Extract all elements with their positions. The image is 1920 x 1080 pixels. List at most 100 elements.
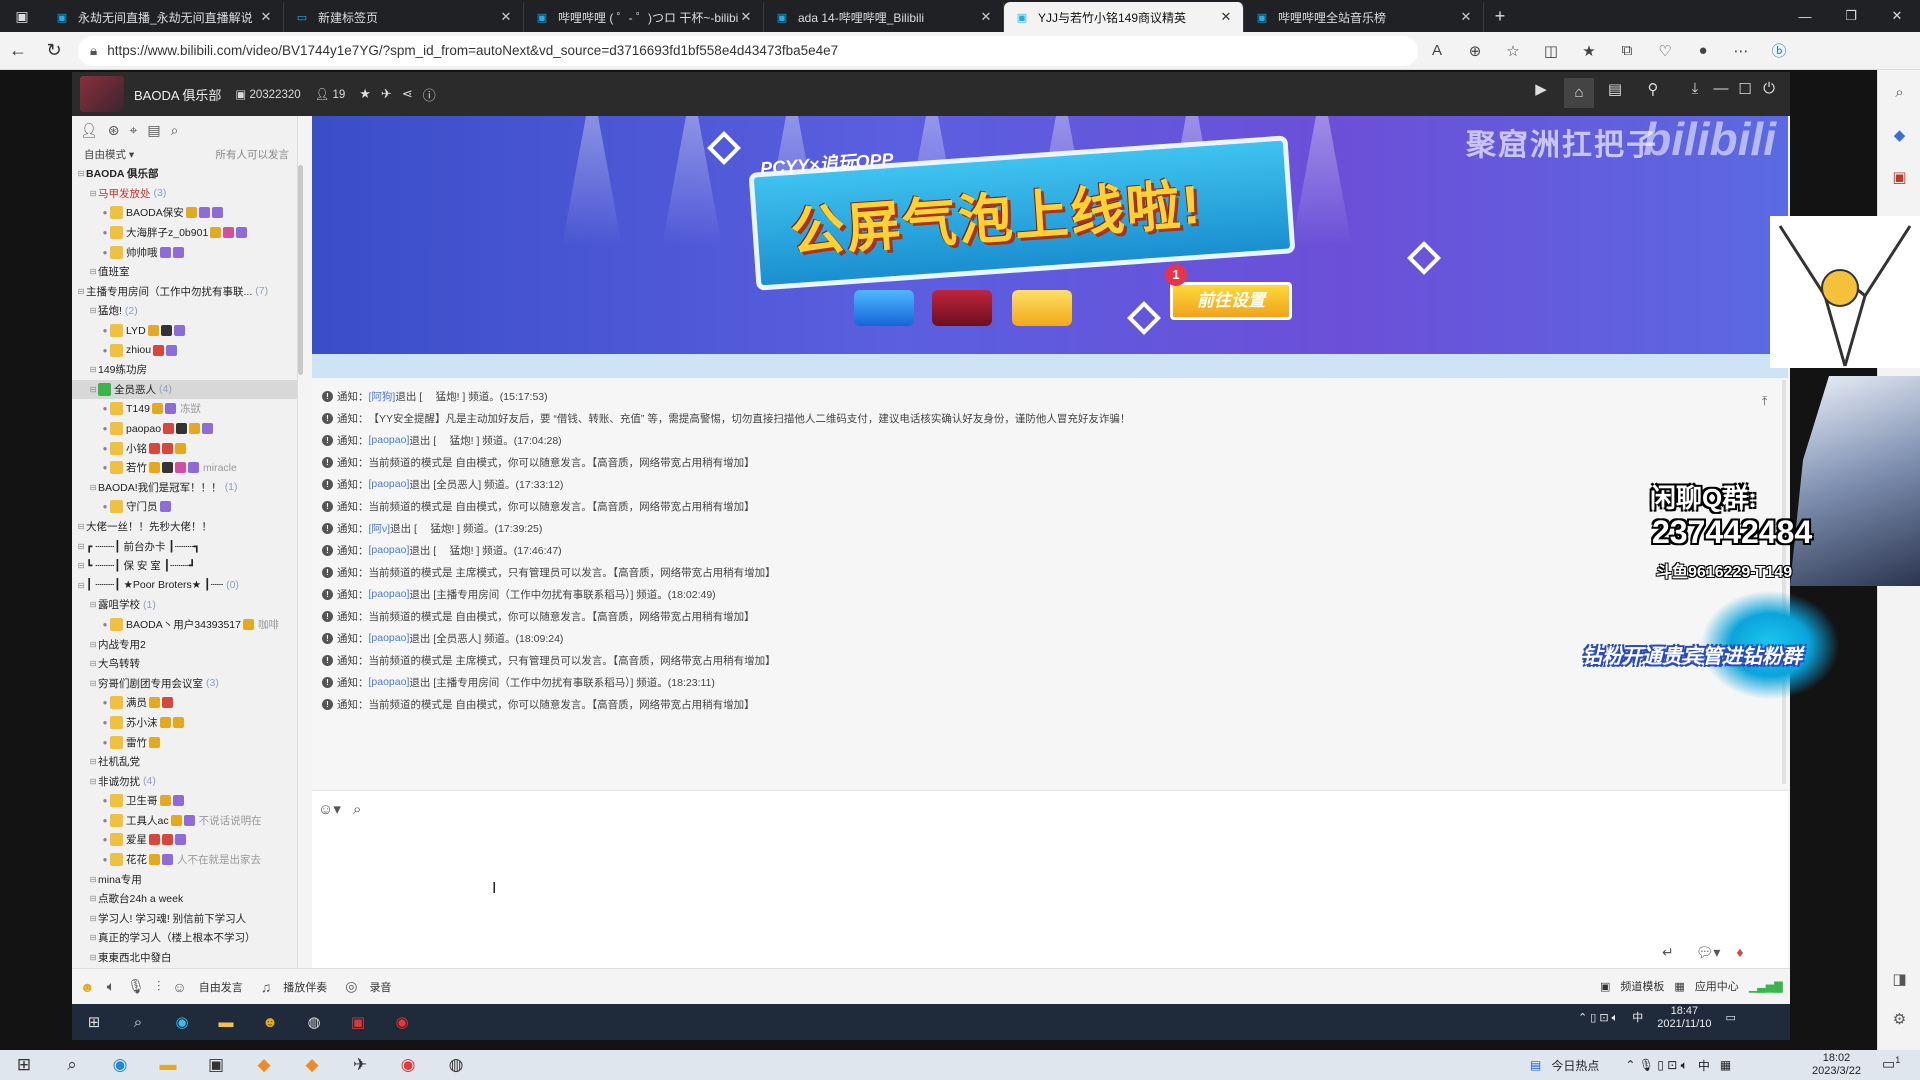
tree-channel[interactable]: ⊟ 猛炮! (2) xyxy=(72,301,297,321)
send-icon[interactable]: ↵ xyxy=(1662,944,1674,960)
profile-avatar[interactable]: ● xyxy=(1684,42,1722,59)
windows-start-icon[interactable]: ⊞ xyxy=(0,1055,48,1075)
mode-select[interactable]: 自由模式 ▾ xyxy=(84,147,134,162)
tree-channel[interactable]: ⊟ ┃ ┄┄┄┃ ★Poor Broters★ ┃┄┄ (0) xyxy=(72,575,297,595)
url-bar[interactable]: 🔒︎ https://www.bilibili.com/video/BV1744… xyxy=(78,35,1418,66)
screen-share-icon[interactable]: ▶ xyxy=(1526,80,1556,98)
back-icon[interactable]: ← xyxy=(0,40,36,61)
tree-user[interactable]: ● 守门员 xyxy=(72,497,297,517)
tree-user[interactable]: ● 苏小沫 xyxy=(72,713,297,733)
expand-toggle-icon[interactable]: ⊟ xyxy=(88,267,98,276)
expand-toggle-icon[interactable]: ⊟ xyxy=(88,875,98,884)
record-icon[interactable]: ◎ xyxy=(345,978,357,995)
share-icon[interactable]: ⋖ xyxy=(402,86,413,102)
tree-scrollbar[interactable] xyxy=(298,165,303,375)
tree-channel[interactable]: ⊟ 149练功房 xyxy=(72,360,297,380)
expand-toggle-icon[interactable]: ⊟ xyxy=(76,561,86,570)
message-user[interactable]: [阿ν] xyxy=(369,521,391,536)
browser-tab[interactable]: ▣ 永劫无间直播_永劫无间直播解说 ✕ xyxy=(44,2,284,32)
location-icon[interactable]: ⌖ xyxy=(130,122,138,139)
bubble-style-icon[interactable]: 💬︎▾ xyxy=(1696,944,1721,960)
tree-user[interactable]: ● zhiou xyxy=(72,340,297,360)
screenshot-icon[interactable]: ⌕ xyxy=(353,801,361,818)
record-button[interactable]: 录音 xyxy=(369,979,391,995)
tree-user[interactable]: ● 雷竹 xyxy=(72,732,297,752)
message-user[interactable]: [paopao] xyxy=(369,676,410,688)
favorite-star-icon[interactable]: ☆ xyxy=(1494,42,1532,60)
app-grid-icon[interactable]: ▦ xyxy=(1674,980,1684,993)
channel-mode-row[interactable]: 自由模式 ▾ 所有人可以发言 xyxy=(72,144,297,164)
tree-channel[interactable]: ⊟ mina专用 xyxy=(72,869,297,889)
tree-user[interactable]: ● 若竹 miracle xyxy=(72,458,297,478)
yy-power-icon[interactable]: ⏻ xyxy=(1754,80,1784,97)
news-icon[interactable]: ▤ xyxy=(1600,80,1630,98)
expand-toggle-icon[interactable]: ⊟ xyxy=(88,914,98,923)
favorite-star-icon[interactable]: ★ xyxy=(359,86,371,102)
calendar-grid-icon[interactable]: ▦ xyxy=(1720,1058,1731,1072)
expand-toggle-icon[interactable]: ⊟ xyxy=(76,522,86,531)
tab-close-icon[interactable]: ✕ xyxy=(739,9,753,25)
news-widget-icon[interactable]: ▤ xyxy=(1530,1058,1541,1072)
tree-channel[interactable]: ⊟ 非诚勿扰 (4) xyxy=(72,771,297,791)
expand-toggle-icon[interactable]: ⊟ xyxy=(88,679,98,688)
tag-icon[interactable]: ◆ xyxy=(1878,126,1920,144)
tree-channel[interactable]: ⊟ ┗ ┄┄┄┃ 保 安 室 ┃┄┄┄┛ xyxy=(72,556,297,576)
tree-user[interactable]: ● 大海胖子z_0b901 xyxy=(72,223,297,243)
expand-toggle-icon[interactable]: ⊟ xyxy=(88,777,98,786)
tray-icons[interactable]: ⌃ 🎙︎ ▯ ⊡ 🔈︎ xyxy=(1625,1058,1687,1073)
tab-close-icon[interactable]: ✕ xyxy=(979,9,993,25)
settings-gear-icon[interactable]: ⚙ xyxy=(1878,1010,1920,1028)
ime-indicator[interactable]: 中 xyxy=(1698,1057,1710,1074)
expand-toggle-icon[interactable]: ⊟ xyxy=(76,169,86,178)
message-user[interactable]: [paopao] xyxy=(369,588,410,600)
info-icon[interactable]: ⓘ xyxy=(423,85,436,104)
browser-essentials-icon[interactable]: ♡ xyxy=(1646,42,1684,60)
microphone-icon[interactable]: 🎙︎ xyxy=(127,978,145,995)
expand-toggle-icon[interactable]: ⊟ xyxy=(88,189,98,198)
free-speak-icon[interactable]: ☺ xyxy=(172,979,186,995)
expand-toggle-icon[interactable]: ⊟ xyxy=(88,894,98,903)
app-icon[interactable]: ◆ xyxy=(240,1055,288,1075)
app-icon-2[interactable]: ◆ xyxy=(288,1055,336,1075)
message-input[interactable] xyxy=(312,790,1788,968)
steam-icon[interactable]: ◍ xyxy=(432,1055,480,1075)
browser-tab[interactable]: ▣ 哔哩哔哩全站音乐榜 ✕ xyxy=(1244,2,1484,32)
promo-banner[interactable]: PCYY×追玩OPP 公屏气泡上线啦! 前往设置 1 聚窟洲扛把子 bilibi… xyxy=(312,116,1788,354)
netease-music-icon[interactable]: ◉ xyxy=(384,1055,432,1075)
tree-user[interactable]: ● T149 冻獃 xyxy=(72,399,297,419)
tree-user[interactable]: ● 帅帅哦 xyxy=(72,242,297,262)
tree-user[interactable]: ● LYD xyxy=(72,321,297,341)
search-icon[interactable]: ⌕ xyxy=(1878,84,1920,101)
expand-toggle-icon[interactable]: ⊟ xyxy=(88,953,98,962)
speaker-icon[interactable]: 🔈︎ xyxy=(107,978,115,995)
browser-tab[interactable]: ▣ 哔哩哔哩 ( ゜- ゜)つロ 干杯~-bilibili ✕ xyxy=(524,2,764,32)
tree-channel[interactable]: ⊟ 真正的学习人（楼上根本不学习） xyxy=(72,928,297,948)
extensions-icon[interactable]: ⊕ xyxy=(1456,42,1494,60)
emoji-icon[interactable]: ☺▾ xyxy=(318,801,341,818)
yy-mascot-icon[interactable]: ☻ xyxy=(80,979,95,995)
tree-channel[interactable]: ⊟ BAODA!我们是冠军！！！ (1) xyxy=(72,478,297,498)
system-clock[interactable]: 18:02 2023/3/22 xyxy=(1812,1052,1861,1078)
scroll-top-icon[interactable]: ⤒ xyxy=(1762,394,1767,409)
expand-toggle-icon[interactable]: ⊟ xyxy=(88,659,98,668)
template-icon[interactable]: ▣ xyxy=(1600,980,1610,993)
search-icon[interactable]: ⌕ xyxy=(171,122,179,139)
tree-channel[interactable]: ⊟ ┏ ┄┄┄┃ 前台办卡 ┃┄┄┄┓ xyxy=(72,536,297,556)
tab-close-icon[interactable]: ✕ xyxy=(1459,9,1473,25)
sidebar-toggle-icon[interactable]: ◨ xyxy=(1878,970,1920,988)
bing-copilot-icon[interactable]: ⓑ xyxy=(1760,40,1798,61)
tree-channel[interactable]: ⊟ 大佬一丝！！先秒大佬！！ xyxy=(72,517,297,537)
tree-user[interactable]: ● 花花 人不在就是出家去 xyxy=(72,850,297,870)
app-icon-3[interactable]: ✈ xyxy=(336,1055,384,1075)
mixer-icon[interactable]: ⫶ xyxy=(157,978,161,995)
go-settings-button[interactable]: 前往设置 xyxy=(1170,282,1292,320)
tree-channel[interactable]: ⊟ 社机乱党 xyxy=(72,752,297,772)
tree-channel[interactable]: ⊟ 大鸟转转 xyxy=(72,654,297,674)
expand-toggle-icon[interactable]: ⊟ xyxy=(76,542,86,551)
expand-toggle-icon[interactable]: ⊟ xyxy=(76,287,86,296)
channel-template-button[interactable]: 频道模板 xyxy=(1620,978,1664,994)
tree-user[interactable]: ● 小铭 xyxy=(72,438,297,458)
tree-channel[interactable]: ⊟ 東東西北中發白 xyxy=(72,948,297,968)
expand-toggle-icon[interactable]: ⊟ xyxy=(88,933,98,942)
message-user[interactable]: [阿狗] xyxy=(369,389,396,404)
